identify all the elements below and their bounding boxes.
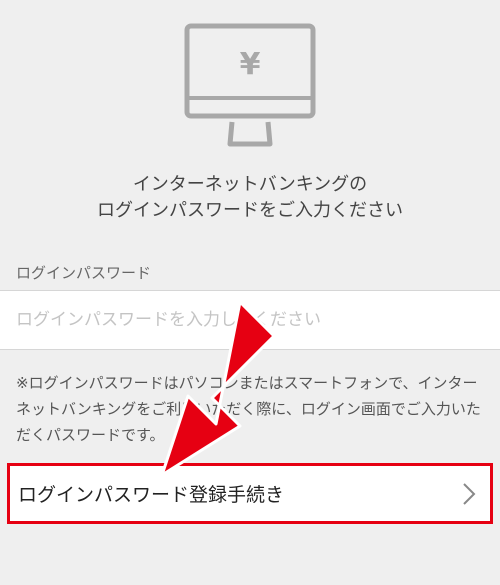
password-note: ※ログインパスワードはパソコンまたはスマートフォンで、インターネットバンキングを… xyxy=(16,374,481,444)
register-password-button[interactable]: ログインパスワード登録手続き xyxy=(7,463,493,524)
register-password-label: ログインパスワード登録手続き xyxy=(18,484,285,506)
instruction-text: インターネットバンキングの ログインパスワードをご入力ください xyxy=(0,172,500,224)
yen-symbol: ¥ xyxy=(240,47,261,82)
chevron-right-icon xyxy=(463,482,476,505)
computer-yen-icon: ¥ xyxy=(184,23,316,147)
password-field-label: ログインパスワード xyxy=(16,264,152,282)
instruction-line-1: インターネットバンキングの xyxy=(132,174,368,195)
password-input[interactable] xyxy=(0,290,500,350)
instruction-line-2: ログインパスワードをご入力ください xyxy=(97,200,403,221)
